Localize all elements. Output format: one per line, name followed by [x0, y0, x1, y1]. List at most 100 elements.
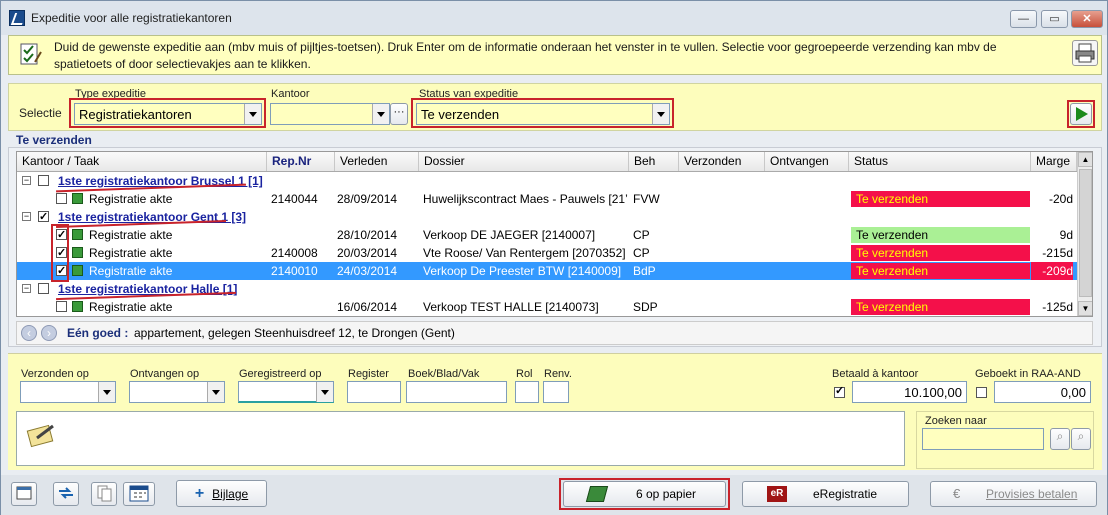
paper-send-label: 6 op papier	[636, 487, 697, 501]
register-field[interactable]	[347, 381, 401, 403]
cell-beh: CP	[633, 246, 650, 260]
task-icon	[72, 193, 83, 204]
verzonden-op-field[interactable]	[20, 381, 116, 403]
group-checkbox[interactable]	[38, 175, 49, 186]
window-title: Expeditie voor alle registratiekantoren	[31, 11, 232, 25]
copy-button[interactable]	[91, 482, 117, 506]
collapse-icon[interactable]: −	[22, 176, 31, 185]
cell-verleden: 20/03/2014	[337, 246, 398, 260]
cell-verleden: 28/09/2014	[337, 192, 398, 206]
chevron-down-icon[interactable]	[207, 382, 224, 402]
task-icon	[72, 265, 83, 276]
cell-marge: -20d	[1048, 192, 1073, 206]
row-checkbox[interactable]	[56, 301, 67, 312]
vertical-scrollbar[interactable]: ▲ ▼	[1077, 152, 1092, 316]
renv-field[interactable]	[543, 381, 569, 403]
geboekt-field[interactable]: 0,00	[994, 381, 1091, 403]
notes-area[interactable]	[16, 411, 905, 466]
betaald-checkbox[interactable]	[834, 384, 845, 398]
collapse-icon[interactable]: −	[22, 284, 31, 293]
info-text: Duid de gewenste expeditie aan (mbv muis…	[54, 40, 997, 71]
properties-button[interactable]	[11, 482, 37, 506]
copy-icon	[97, 485, 112, 502]
chevron-down-icon[interactable]	[652, 104, 669, 124]
chevron-down-icon[interactable]	[316, 382, 333, 402]
kantoor-browse-button[interactable]: ···	[390, 103, 408, 125]
transfer-button[interactable]	[53, 482, 79, 506]
bottom-toolbar: + Bijlage 6 op papier eR eRegistratie € P…	[1, 475, 1107, 515]
boek-field[interactable]	[406, 381, 507, 403]
euro-icon: €	[953, 486, 961, 501]
search-input[interactable]	[922, 428, 1044, 450]
group-checkbox[interactable]	[38, 283, 49, 294]
chevron-down-icon[interactable]	[98, 382, 115, 402]
task-name: Registratie akte	[89, 192, 173, 206]
minimize-button[interactable]: —	[1010, 10, 1037, 28]
geboekt-checkbox[interactable]	[976, 387, 987, 398]
previous-icon[interactable]: ‹	[21, 325, 37, 341]
table-row[interactable]: Registratie akte 16/06/2014 Verkoop TEST…	[17, 298, 1077, 316]
eregistratie-icon: eR	[767, 486, 787, 502]
kantoor-select[interactable]	[270, 103, 390, 125]
col-ontvangen[interactable]: Ontvangen	[765, 152, 849, 171]
rol-field[interactable]	[515, 381, 539, 403]
col-verzonden[interactable]: Verzonden	[679, 152, 765, 171]
ontvangen-op-field[interactable]	[129, 381, 225, 403]
chevron-down-icon[interactable]	[244, 104, 261, 124]
scroll-up-icon[interactable]: ▲	[1078, 152, 1092, 167]
task-icon	[72, 301, 83, 312]
group-checkbox[interactable]	[38, 208, 49, 226]
provisies-button[interactable]: € Provisies betalen	[930, 481, 1097, 507]
cell-verleden: 28/10/2014	[337, 228, 398, 242]
col-status[interactable]: Status	[849, 152, 1031, 171]
col-dossier[interactable]: Dossier	[419, 152, 629, 171]
table-row-selected[interactable]: Registratie akte 2140010 24/03/2014 Verk…	[17, 262, 1077, 280]
next-icon[interactable]: ›	[41, 325, 57, 341]
task-name: Registratie akte	[89, 246, 173, 260]
close-button[interactable]: ✕	[1071, 10, 1103, 28]
collapse-icon[interactable]: −	[22, 212, 31, 221]
table-row[interactable]: Registratie akte 2140008 20/03/2014 Vte …	[17, 244, 1077, 262]
register-label: Register	[348, 368, 389, 380]
status-select[interactable]: Te verzenden	[416, 103, 670, 125]
col-marge[interactable]: Marge	[1031, 152, 1077, 171]
chevron-down-icon[interactable]	[372, 104, 389, 124]
col-beh[interactable]: Beh	[629, 152, 679, 171]
paper-send-button[interactable]: 6 op papier	[563, 481, 726, 507]
cell-marge: -215d	[1042, 246, 1073, 260]
calendar-button[interactable]	[123, 482, 155, 506]
info-banner: Duid de gewenste expeditie aan (mbv muis…	[8, 35, 1102, 75]
expeditie-grid: Kantoor / Taak Rep.Nr Verleden Dossier B…	[16, 151, 1093, 317]
search-next-button[interactable]: ⌕	[1071, 428, 1091, 450]
kantoor-label: Kantoor	[271, 88, 310, 100]
col-verleden[interactable]: Verleden	[335, 152, 419, 171]
print-button[interactable]	[1072, 40, 1098, 66]
table-row[interactable]: Registratie akte 28/10/2014 Verkoop DE J…	[17, 226, 1077, 244]
cell-dossier: Verkoop DE JAEGER [2140007]	[423, 228, 596, 242]
search-prev-button[interactable]: ⌕	[1050, 428, 1070, 450]
printer-icon	[1075, 43, 1095, 63]
cell-beh: FVW	[633, 192, 660, 206]
scroll-thumb[interactable]	[1079, 169, 1092, 297]
bijlage-button[interactable]: + Bijlage	[176, 480, 267, 507]
eregistratie-button[interactable]: eR eRegistratie	[742, 481, 909, 507]
geregistreerd-op-field[interactable]	[238, 381, 334, 403]
rol-label: Rol	[516, 368, 533, 380]
goods-label: Eén goed :	[67, 326, 129, 340]
goods-bar: ‹ › Eén goed : appartement, gelegen Stee…	[16, 321, 1093, 345]
betaald-field[interactable]: 10.100,00	[852, 381, 967, 403]
app-icon	[9, 10, 25, 26]
task-name: Registratie akte	[89, 300, 173, 314]
boek-label: Boek/Blad/Vak	[408, 368, 480, 380]
task-icon	[72, 229, 83, 240]
maximize-button[interactable]: ▭	[1041, 10, 1068, 28]
table-row[interactable]: Registratie akte 2140044 28/09/2014 Huwe…	[17, 190, 1077, 208]
col-kantoor[interactable]: Kantoor / Taak	[17, 152, 267, 171]
row-checkbox[interactable]	[56, 193, 67, 204]
run-button[interactable]	[1070, 103, 1092, 125]
cell-dossier: Vte Roose/ Van Rentergem [2070352]	[423, 246, 626, 260]
scroll-down-icon[interactable]: ▼	[1078, 301, 1092, 316]
type-expeditie-select[interactable]: Registratiekantoren	[74, 103, 262, 125]
cell-marge: -209d	[1031, 262, 1073, 280]
col-repnr[interactable]: Rep.Nr	[267, 152, 335, 171]
